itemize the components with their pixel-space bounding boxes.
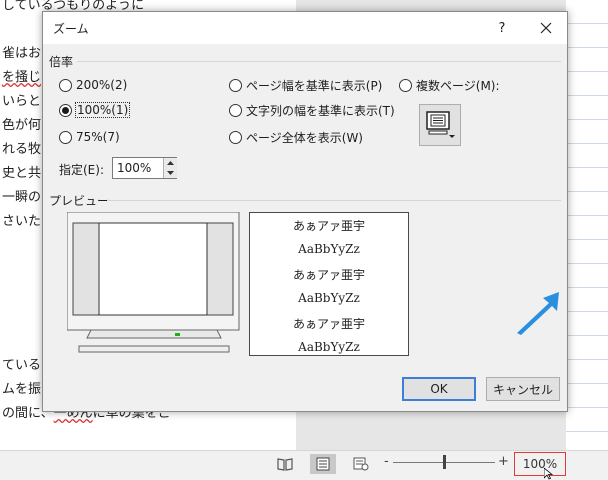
preview-text-line: AaBbYyZz (298, 241, 360, 256)
document-text: 史と共 (2, 166, 42, 181)
text-width-label: 文字列の幅を基準に表示(T) (246, 103, 395, 118)
percent-spinner (112, 157, 177, 179)
dialog-title: ズーム (53, 22, 89, 36)
document-text: 一瞬の (2, 190, 42, 205)
document-line: 色が何 (2, 114, 41, 138)
zoom-100-label: 100%(1) (74, 102, 131, 118)
close-button[interactable] (533, 16, 559, 40)
document-text: ている (2, 358, 42, 373)
up-arrow-icon (167, 161, 174, 165)
magnification-divider (77, 61, 561, 62)
book-icon (277, 458, 293, 471)
magnification-group-label: 倍率 (49, 55, 74, 69)
preview-group-label: プレビュー (49, 194, 110, 208)
page-layout-icon (316, 457, 330, 471)
document-line: 一瞬の (2, 186, 41, 210)
close-icon (540, 22, 552, 34)
zoom-out-button[interactable]: - (384, 453, 389, 471)
radio-whole-page[interactable] (229, 130, 242, 144)
dialog-titlebar[interactable]: ズーム ? (43, 12, 567, 44)
document-text: れる牧 (2, 142, 42, 157)
zoom-200-option[interactable]: 200%(2) (59, 76, 127, 94)
zoom-200-label: 200%(2) (76, 78, 128, 92)
down-arrow-icon (167, 171, 174, 175)
percent-input[interactable] (113, 158, 163, 178)
radio-100[interactable] (59, 103, 72, 117)
cancel-button[interactable]: キャンセル (486, 377, 560, 401)
preview-text-line: あぁアァ亜宇 (292, 268, 365, 282)
whole-page-label: ページ全体を表示(W) (246, 130, 363, 145)
monitor-icon (426, 111, 455, 138)
page-width-option[interactable]: ページ幅を基準に表示(P) (229, 76, 382, 94)
document-line: ムを振 (2, 378, 41, 402)
preview-text-line: あぁアァ亜宇 (292, 219, 365, 233)
radio-page-width[interactable] (229, 78, 242, 92)
monitor-preview-icon (67, 212, 240, 353)
document-text: ムを振 (2, 382, 42, 397)
document-text: いらと (2, 94, 42, 109)
zoom-100-option[interactable]: 100%(1) (59, 101, 131, 119)
document-line: 雀はお (2, 42, 41, 66)
ok-button[interactable]: OK (402, 377, 476, 401)
document-line: いらと (2, 90, 41, 114)
text-width-option[interactable]: 文字列の幅を基準に表示(T) (229, 101, 395, 119)
next-page (566, 0, 608, 450)
radio-75[interactable] (59, 130, 72, 144)
mouse-cursor-icon (544, 468, 554, 480)
spin-up-button[interactable] (163, 158, 177, 168)
zoom-slider-thumb[interactable] (442, 455, 446, 469)
multiple-pages-picker-button[interactable] (419, 104, 461, 146)
misspelled-text: を掻じ (2, 70, 42, 85)
document-line: れる牧 (2, 138, 41, 162)
document-line: ている (2, 354, 41, 378)
document-line: さいた (2, 210, 41, 234)
zoom-75-label: 75%(7) (76, 130, 120, 144)
web-layout-icon (353, 457, 369, 471)
page-width-label: ページ幅を基準に表示(P) (246, 78, 383, 93)
document-text: さいた (2, 214, 42, 229)
zoom-level-button[interactable]: 100% (514, 452, 566, 476)
whole-page-option[interactable]: ページ全体を表示(W) (229, 128, 363, 146)
zoom-slider[interactable] (393, 455, 495, 469)
specify-label: 指定(E): (59, 163, 104, 177)
document-text: 色が何 (2, 118, 42, 133)
radio-200[interactable] (59, 78, 72, 92)
preview-text-line: AaBbYyZz (298, 290, 360, 305)
status-bar: - + 100% (0, 450, 608, 480)
zoom-dialog: ズーム ? 倍率 200%(2) 100%(1) 75%(7) ページ幅を基準に… (42, 11, 568, 412)
text-preview-box: あぁアァ亜宇 AaBbYyZz あぁアァ亜宇 AaBbYyZz あぁアァ亜宇 AaBbYy… (249, 212, 409, 356)
radio-multiple-pages[interactable] (399, 78, 412, 92)
help-button[interactable]: ? (491, 16, 513, 40)
multiple-pages-option[interactable]: 複数ページ(M): (399, 76, 500, 94)
document-text: 雀はお (2, 46, 42, 61)
spin-down-button[interactable] (163, 168, 177, 178)
preview-text-line: AaBbYyZz (298, 339, 360, 354)
document-line: を掻じ (2, 66, 41, 90)
zoom-in-button[interactable]: + (498, 453, 509, 471)
zoom-75-option[interactable]: 75%(7) (59, 128, 120, 146)
document-line: 史と共 (2, 162, 41, 186)
web-layout-button[interactable] (348, 454, 374, 474)
preview-divider (107, 200, 561, 201)
multiple-pages-label: 複数ページ(M): (416, 78, 500, 93)
radio-text-width[interactable] (229, 103, 242, 117)
pointer-arrow-icon (517, 292, 559, 335)
read-mode-button[interactable] (272, 454, 298, 474)
preview-text-line: あぁアァ亜宇 (292, 317, 365, 331)
print-layout-button[interactable] (310, 454, 336, 474)
